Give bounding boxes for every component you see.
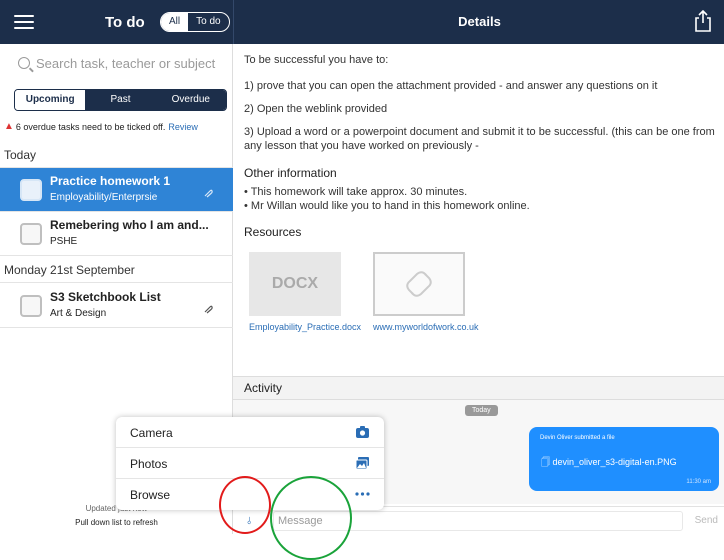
overdue-text: 6 overdue tasks need to be ticked off.: [15, 121, 166, 132]
review-link[interactable]: Review: [168, 122, 198, 132]
task-subject: PSHE: [50, 236, 78, 247]
other-info-line-2: • Mr Willan would like you to hand in th…: [244, 200, 530, 212]
task-subject: Employability/Enterprsie: [50, 192, 158, 203]
link-icon: [406, 271, 432, 297]
task-row[interactable]: S3 Sketchbook List Art & Design: [0, 284, 233, 328]
bubble-time: 11:30 am: [686, 479, 711, 485]
hamburger-menu-icon[interactable]: [14, 15, 34, 29]
details-step-3: 3) Upload a word or a powerpoint documen…: [244, 126, 715, 152]
warning-icon: ▲: [4, 121, 14, 132]
todo-topbar: To do All To do: [0, 0, 233, 44]
task-tabs: Upcoming Past Overdue: [14, 89, 227, 111]
resources-header: Resources: [244, 225, 302, 239]
pull-to-refresh-label: Pull down list to refresh: [75, 518, 158, 527]
search-placeholder: Search task, teacher or subject: [36, 55, 216, 71]
task-checkbox[interactable]: [20, 223, 42, 245]
docx-resource-caption[interactable]: Employability_Practice.docx: [249, 322, 361, 333]
paperclip-icon: [204, 305, 213, 314]
task-checkbox[interactable]: [20, 295, 42, 317]
more-dots-icon: [355, 492, 370, 496]
menu-item-camera[interactable]: Camera: [116, 417, 384, 448]
bubble-header: Devin Oliver submitted a file: [540, 435, 615, 441]
menu-item-photos[interactable]: Photos: [116, 448, 384, 479]
docx-resource-thumb[interactable]: DOCX: [249, 252, 341, 316]
menu-item-label: Browse: [130, 488, 171, 502]
annotation-green-circle: [270, 476, 352, 560]
date-pill: Today: [465, 405, 498, 416]
bottom-strip: [0, 534, 724, 560]
attachment-icon: 🗍: [541, 457, 550, 467]
filter-all-button[interactable]: All: [161, 13, 189, 31]
details-intro: To be successful you have to:: [244, 54, 389, 66]
task-subject: Art & Design: [50, 308, 107, 319]
todo-title: To do: [105, 14, 145, 31]
task-title: Remebering who I am and...: [50, 218, 209, 232]
tab-past[interactable]: Past: [85, 90, 156, 110]
share-icon[interactable]: [694, 10, 712, 32]
group-header-monday: Monday 21st September: [0, 257, 233, 283]
message-bubble[interactable]: Devin Oliver submitted a file 🗍 devin_ol…: [529, 427, 719, 491]
todo-filter-toggle: All To do: [160, 12, 230, 32]
menu-item-label: Photos: [130, 457, 168, 471]
tab-overdue[interactable]: Overdue: [155, 90, 226, 110]
camera-icon: [356, 426, 369, 438]
details-step-1: 1) prove that you can open the attachmen…: [244, 80, 658, 92]
weblink-resource-caption[interactable]: www.myworldofwork.co.uk: [373, 322, 479, 333]
menu-item-label: Camera: [130, 426, 173, 440]
bubble-file[interactable]: 🗍 devin_oliver_s3-digital-en.PNG: [541, 455, 677, 471]
details-topbar: Details: [233, 0, 724, 44]
details-title: Details: [458, 14, 501, 29]
task-checkbox[interactable]: [20, 179, 42, 201]
photos-icon: [355, 457, 369, 470]
details-step-2: 2) Open the weblink provided: [244, 103, 388, 115]
search-icon: [18, 57, 30, 69]
task-title: Practice homework 1: [50, 174, 171, 188]
paperclip-icon: [204, 189, 213, 198]
tab-upcoming[interactable]: Upcoming: [15, 90, 86, 110]
bubble-file-name: devin_oliver_s3-digital-en.PNG: [552, 457, 677, 467]
task-row[interactable]: Practice homework 1 Employability/Enterp…: [0, 168, 233, 212]
weblink-resource-thumb[interactable]: [373, 252, 465, 316]
search-input[interactable]: Search task, teacher or subject: [0, 44, 233, 82]
task-title: S3 Sketchbook List: [50, 290, 161, 304]
annotation-red-circle: [219, 476, 271, 534]
other-info-header: Other information: [244, 166, 337, 180]
activity-header: Activity: [233, 376, 724, 400]
filter-todo-button[interactable]: To do: [188, 13, 228, 31]
group-header-today: Today: [0, 142, 233, 168]
overdue-notice: ▲ 6 overdue tasks need to be ticked off.…: [4, 121, 198, 132]
task-row[interactable]: Remebering who I am and... PSHE: [0, 212, 233, 256]
other-info-line-1: • This homework will take approx. 30 min…: [244, 186, 468, 198]
send-button[interactable]: Send: [695, 515, 718, 526]
